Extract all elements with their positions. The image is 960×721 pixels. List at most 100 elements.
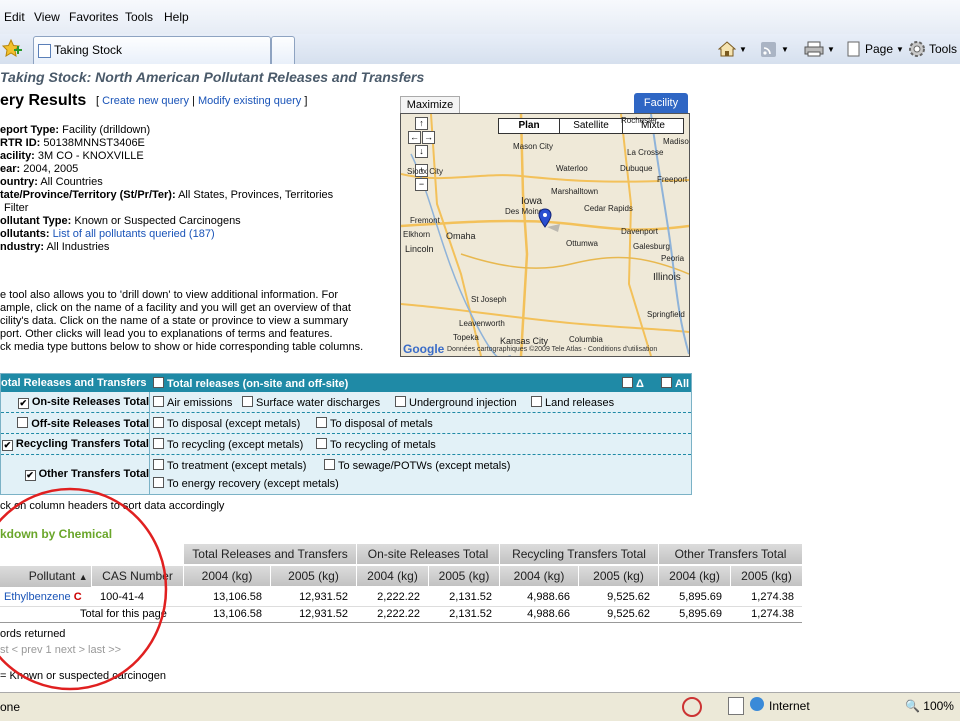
col-year[interactable]: 2004 (kg)	[184, 566, 271, 586]
value-cell: 9,525.62	[607, 591, 650, 603]
print-button[interactable]: ▼	[804, 40, 835, 58]
menu-view[interactable]: View	[34, 10, 60, 24]
total-cell: 12,931.52	[299, 608, 348, 620]
map-view[interactable]: Plan Satellite Mixte ↑ ← → ↓ + − Rochest…	[400, 113, 690, 357]
map-label: Leavenworth	[459, 319, 505, 328]
map-label: Cedar Rapids	[584, 204, 633, 213]
menu-edit[interactable]: Edit	[4, 10, 25, 24]
page-content: Taking Stock: North American Pollutant R…	[0, 64, 960, 692]
help-text-line: cility's data. Click on the name of a st…	[0, 315, 349, 327]
help-text-line: e tool also allows you to 'drill down' t…	[0, 289, 339, 301]
recycling-except-metals-checkbox[interactable]: To recycling (except metals)	[153, 438, 303, 451]
map-type-satellite[interactable]: Satellite	[559, 118, 623, 134]
col-year[interactable]: 2005 (kg)	[731, 566, 803, 586]
land-releases-checkbox[interactable]: Land releases	[531, 396, 614, 409]
page-menu-button[interactable]: Page ▼	[846, 40, 904, 58]
prop-state: tate/Province/Territory (St/Pr/Ter): All…	[0, 189, 334, 201]
filter-header: otal Releases and Transfers Total releas…	[1, 374, 691, 392]
tab-taking-stock[interactable]: Taking Stock	[33, 36, 271, 64]
value-cell: 2,222.22	[377, 591, 420, 603]
value-cell: 5,895.69	[679, 591, 722, 603]
popup-blocked-icon[interactable]	[682, 697, 702, 717]
pan-right-icon[interactable]: →	[422, 131, 435, 144]
underground-injection-checkbox[interactable]: Underground injection	[395, 396, 517, 409]
facility-tab[interactable]: Facility	[634, 93, 688, 113]
google-logo: Google	[403, 342, 445, 356]
energy-recovery-checkbox[interactable]: To energy recovery (except metals)	[153, 477, 339, 490]
map-label: Marshalltown	[551, 187, 599, 196]
page-title: Taking Stock: North American Pollutant R…	[0, 69, 425, 85]
prop-prtr-id: RTR ID: 50138MNNST3406E	[0, 137, 145, 149]
tab-label: Taking Stock	[54, 43, 123, 57]
add-favorites-icon[interactable]	[1, 38, 22, 60]
prop-year: ear: 2004, 2005	[0, 163, 79, 175]
map-label: Davenport	[621, 227, 658, 236]
col-year[interactable]: 2005 (kg)	[579, 566, 659, 586]
map-label: Elkhorn	[403, 230, 431, 239]
recycling-transfers-toggle[interactable]: ✔ Recycling Transfers Total	[1, 438, 149, 451]
internet-zone-icon	[750, 697, 764, 711]
gear-icon	[909, 41, 925, 57]
value-cell: 4,988.66	[527, 591, 570, 603]
protected-mode-icon[interactable]	[728, 697, 744, 715]
modify-query-link[interactable]: Modify existing query	[198, 95, 301, 107]
menu-help[interactable]: Help	[164, 10, 189, 24]
new-tab-button[interactable]	[271, 36, 295, 64]
total-releases-checkbox[interactable]: Total releases (on-site and off-site)	[153, 377, 348, 390]
map-label: Springfield	[647, 310, 685, 319]
disposal-metals-checkbox[interactable]: To disposal of metals	[316, 417, 433, 430]
menu-bar: Edit View Favorites Tools Help	[0, 0, 960, 35]
col-total-releases[interactable]: Total Releases and Transfers	[184, 544, 357, 564]
map-label: Omaha	[446, 231, 476, 241]
create-query-link[interactable]: Create new query	[102, 95, 189, 107]
menu-tools[interactable]: Tools	[125, 10, 153, 24]
tools-menu-button[interactable]: Tools	[908, 40, 957, 58]
map-pin-icon[interactable]	[538, 208, 562, 234]
recycling-metals-checkbox[interactable]: To recycling of metals	[316, 438, 436, 451]
other-transfers-toggle[interactable]: ✔ Other Transfers Total	[1, 468, 149, 481]
treatment-checkbox[interactable]: To treatment (except metals)	[153, 459, 306, 472]
col-recycling-transfers[interactable]: Recycling Transfers Total	[500, 544, 659, 564]
menu-favorites[interactable]: Favorites	[69, 10, 118, 24]
sewage-potw-checkbox[interactable]: To sewage/POTWs (except metals)	[324, 459, 510, 472]
map-copyright: Données cartographiques ©2009 Tele Atlas…	[447, 346, 658, 353]
total-cell: 2,222.22	[377, 608, 420, 620]
zoom-level[interactable]: 🔍 100%	[905, 699, 954, 713]
maximize-button[interactable]: Maximize	[400, 96, 460, 114]
col-year[interactable]: 2005 (kg)	[271, 566, 357, 586]
col-year[interactable]: 2004 (kg)	[500, 566, 579, 586]
total-cell: 13,106.58	[213, 608, 262, 620]
zoom-out-icon[interactable]: −	[415, 178, 428, 191]
col-onsite-releases[interactable]: On-site Releases Total	[357, 544, 500, 564]
query-results-heading: ery Results	[0, 92, 87, 109]
disposal-except-metals-checkbox[interactable]: To disposal (except metals)	[153, 417, 300, 430]
annotation-circle	[0, 487, 168, 691]
pan-left-icon[interactable]: ←	[408, 131, 421, 144]
pan-down-icon[interactable]: ↓	[415, 145, 428, 158]
help-text-line: port. Other clicks will lead you to expl…	[0, 328, 333, 340]
delta-checkbox[interactable]: Δ	[622, 377, 644, 390]
rss-icon	[761, 42, 776, 57]
all-checkbox[interactable]: All	[661, 377, 689, 390]
onsite-releases-toggle[interactable]: ✔ On-site Releases Total	[1, 396, 149, 409]
col-year[interactable]: 2005 (kg)	[429, 566, 500, 586]
surface-water-checkbox[interactable]: Surface water discharges	[242, 396, 380, 409]
media-filter-panel: otal Releases and Transfers Total releas…	[0, 373, 692, 495]
status-text: one	[0, 700, 21, 714]
map-label: Topeka	[453, 333, 479, 342]
air-emissions-checkbox[interactable]: Air emissions	[153, 396, 232, 409]
offsite-releases-toggle[interactable]: Off-site Releases Total	[1, 417, 149, 430]
feeds-button[interactable]: ▼	[760, 40, 789, 58]
col-other-transfers[interactable]: Other Transfers Total	[659, 544, 803, 564]
map-label: Iowa	[521, 196, 543, 207]
col-year[interactable]: 2004 (kg)	[659, 566, 731, 586]
help-text-line: ck media type buttons below to show or h…	[0, 341, 364, 353]
col-year[interactable]: 2004 (kg)	[357, 566, 429, 586]
value-cell: 1,274.38	[751, 591, 794, 603]
pan-up-icon[interactable]: ↑	[415, 117, 428, 130]
map-label: Illinois	[653, 272, 681, 283]
pollutants-list-link[interactable]: List of all pollutants queried (187)	[53, 228, 215, 240]
map-type-plan[interactable]: Plan	[498, 118, 560, 134]
home-button[interactable]: ▼	[718, 40, 747, 58]
value-cell: 2,131.52	[449, 591, 492, 603]
